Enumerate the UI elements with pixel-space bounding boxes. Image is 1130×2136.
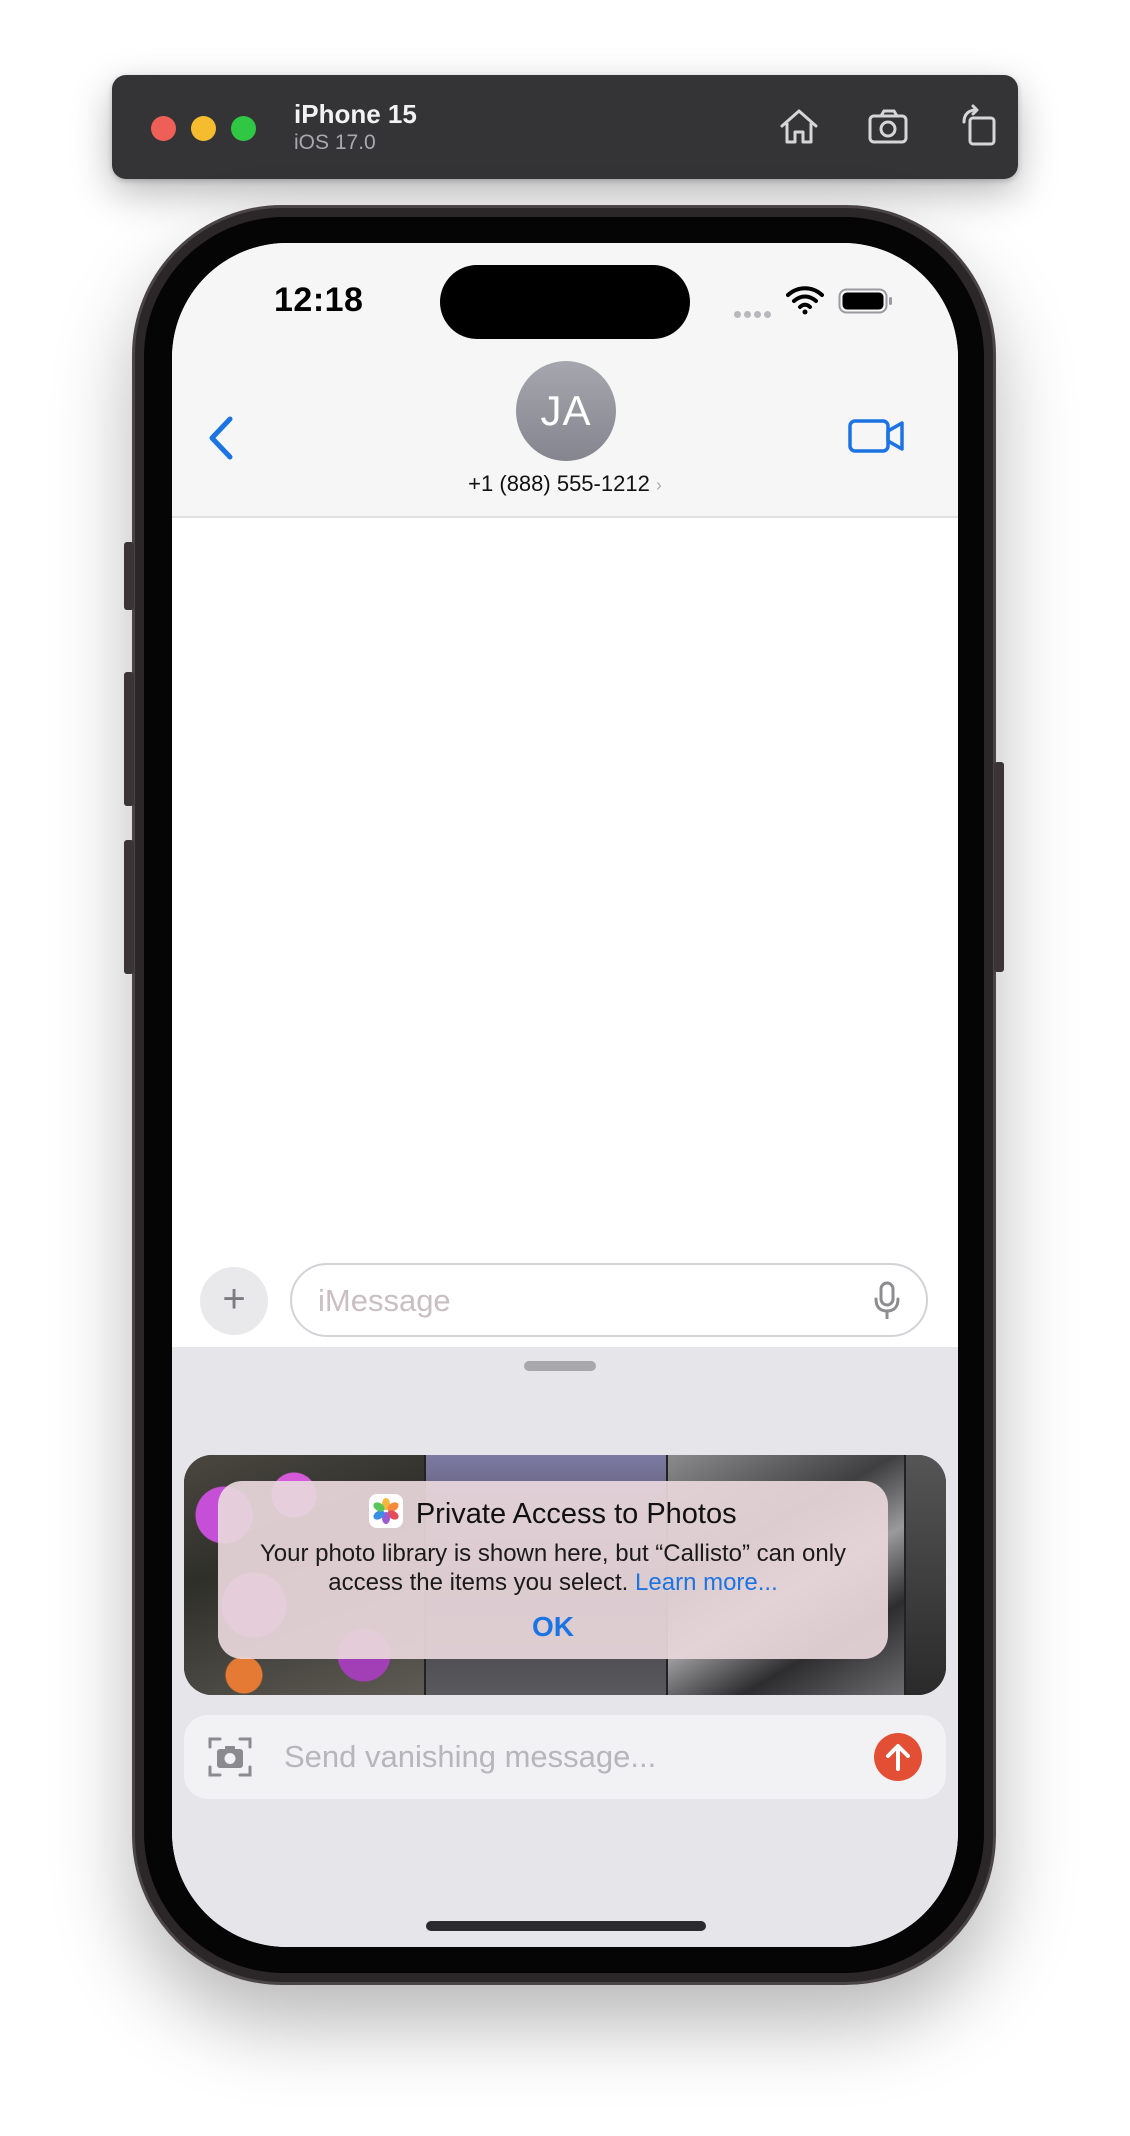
rotate-icon[interactable]	[958, 104, 1004, 150]
arrow-up-icon	[886, 1744, 910, 1771]
phone-screen: 12:18 JA +1 (888) 555-1212 › + iMessage …	[172, 243, 958, 1947]
action-button[interactable]	[124, 542, 134, 610]
vanishing-message-input[interactable]: Send vanishing message...	[184, 1715, 946, 1799]
side-button[interactable]	[994, 762, 1004, 972]
close-window-button[interactable]	[151, 116, 176, 141]
contact-avatar[interactable]: JA	[516, 361, 616, 461]
signal-dots-icon	[734, 305, 774, 323]
alert-message: Your photo library is shown here, but “C…	[238, 1539, 868, 1597]
battery-icon	[838, 288, 892, 314]
zoom-window-button[interactable]	[231, 116, 256, 141]
device-name: iPhone 15	[294, 99, 417, 129]
screenshot-icon[interactable]	[866, 104, 912, 150]
alert-title: Private Access to Photos	[415, 1497, 737, 1530]
video-camera-icon[interactable]	[848, 417, 906, 455]
sheet-grabber[interactable]	[524, 1361, 596, 1371]
minimize-window-button[interactable]	[191, 116, 216, 141]
vanishing-message-placeholder: Send vanishing message...	[284, 1739, 657, 1774]
home-icon[interactable]	[776, 104, 822, 150]
imessage-input[interactable]: iMessage	[290, 1263, 928, 1337]
alert-title-row: Private Access to Photos	[218, 1494, 888, 1531]
learn-more-link[interactable]: Learn more...	[635, 1569, 778, 1596]
camera-icon[interactable]	[206, 1733, 254, 1781]
conversation-area[interactable]	[172, 520, 958, 1247]
chevron-right-icon: ›	[655, 475, 662, 495]
add-attachment-button[interactable]: +	[200, 1267, 268, 1335]
volume-down-button[interactable]	[124, 840, 134, 974]
status-time: 12:18	[274, 281, 364, 319]
photos-app-icon	[369, 1494, 404, 1528]
wifi-icon	[786, 286, 824, 315]
imessage-placeholder: iMessage	[318, 1283, 451, 1318]
photo-thumbnail[interactable]	[906, 1455, 946, 1695]
ok-button[interactable]: OK	[218, 1611, 888, 1643]
contact-name-button[interactable]: +1 (888) 555-1212 ›	[172, 471, 958, 497]
send-button[interactable]	[874, 1733, 922, 1781]
contact-number: +1 (888) 555-1212	[468, 471, 650, 496]
os-version: iOS 17.0	[294, 131, 376, 154]
microphone-icon[interactable]	[874, 1281, 900, 1321]
chevron-left-icon[interactable]	[202, 413, 242, 463]
volume-up-button[interactable]	[124, 672, 134, 806]
dynamic-island	[440, 265, 690, 339]
photo-picker-sheet: Private Access to Photos Your photo libr…	[172, 1347, 958, 1947]
conversation-header: 12:18 JA +1 (888) 555-1212 ›	[172, 243, 958, 518]
private-access-alert: Private Access to Photos Your photo libr…	[218, 1481, 888, 1659]
home-indicator[interactable]	[426, 1921, 706, 1931]
